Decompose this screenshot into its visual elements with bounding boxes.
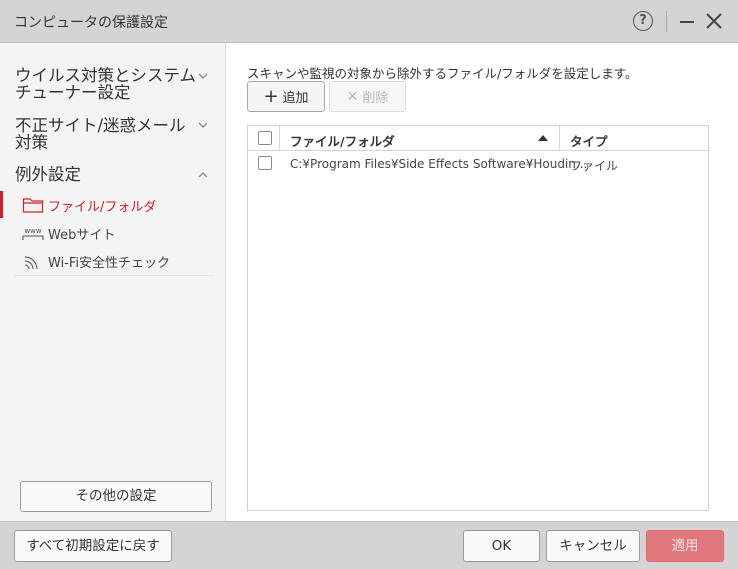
chevron-up-icon[interactable] (198, 170, 208, 180)
wifi-icon (24, 256, 38, 270)
delete-x-icon: ✕ (346, 88, 359, 105)
column-divider (559, 126, 560, 151)
category-label-line1: ウイルス対策とシステム (15, 66, 197, 85)
ok-button[interactable]: OK (463, 530, 540, 562)
category-label-line2: チューナー設定 (15, 83, 131, 102)
apply-button[interactable]: 適用 (646, 530, 724, 562)
column-header-type[interactable]: タイプ (570, 131, 608, 150)
add-button-label: 追加 (282, 91, 309, 106)
main-panel: スキャンや監視の対象から除外するファイル/フォルダを設定します。 + 追加 ✕ … (227, 43, 738, 521)
sidebar-item-website[interactable]: www Webサイト (22, 222, 115, 244)
column-divider (279, 126, 280, 151)
www-icon: www (22, 227, 44, 240)
sidebar-category-exceptions[interactable]: 例外設定 (15, 166, 81, 183)
active-indicator (0, 191, 3, 218)
column-header-file-folder[interactable]: ファイル/フォルダ (290, 131, 395, 150)
delete-button-label: 削除 (362, 91, 389, 106)
www-icon-text: www (24, 227, 41, 235)
window-title: コンピュータの保護設定 (14, 15, 168, 31)
table-header: ファイル/フォルダ タイプ (248, 126, 708, 151)
plus-icon: + (263, 85, 279, 107)
exception-table: ファイル/フォルダ タイプ C:¥Program Files¥Side Effe… (247, 125, 709, 511)
title-separator (666, 11, 667, 32)
add-button[interactable]: + 追加 (247, 81, 325, 112)
sidebar-item-file-folder[interactable]: ファイル/フォルダ (22, 194, 156, 216)
sidebar-item-label: ファイル/フォルダ (48, 199, 157, 215)
footer-bar: すべて初期設定に戻す OK キャンセル 適用 (0, 521, 738, 569)
sidebar-divider (14, 275, 214, 276)
select-all-checkbox[interactable] (258, 131, 272, 145)
sidebar-item-label: Wi-Fi安全性チェック (48, 255, 171, 271)
category-label-line2: 対策 (15, 133, 48, 152)
cancel-button[interactable]: キャンセル (546, 530, 640, 562)
title-bar: コンピュータの保護設定 ? (0, 0, 738, 43)
help-icon[interactable]: ? (633, 11, 653, 31)
row-checkbox[interactable] (258, 156, 272, 170)
description-text: スキャンや監視の対象から除外するファイル/フォルダを設定します。 (247, 66, 638, 81)
sidebar-category-antivirus[interactable]: ウイルス対策とシステム チューナー設定 (15, 67, 196, 101)
sort-ascending-icon[interactable] (538, 135, 548, 141)
folder-icon (22, 198, 44, 213)
delete-button[interactable]: ✕ 削除 (329, 81, 406, 112)
sidebar: ウイルス対策とシステム チューナー設定 不正サイト/迷惑メール 対策 例外設定 … (0, 43, 226, 521)
category-label-line1: 不正サイト/迷惑メール (15, 116, 186, 135)
other-settings-button[interactable]: その他の設定 (20, 481, 212, 512)
row-type: ファイル (570, 159, 619, 173)
sidebar-category-web-mail[interactable]: 不正サイト/迷惑メール 対策 (15, 117, 186, 151)
sidebar-item-wifi-check[interactable]: Wi-Fi安全性チェック (22, 250, 170, 272)
reset-defaults-button[interactable]: すべて初期設定に戻す (14, 530, 172, 562)
chevron-down-icon[interactable] (198, 71, 208, 81)
table-row[interactable]: C:¥Program Files¥Side Effects Software¥H… (248, 152, 708, 176)
row-path: C:¥Program Files¥Side Effects Software¥H… (290, 157, 588, 171)
chevron-down-icon[interactable] (198, 120, 208, 130)
close-icon[interactable] (704, 11, 724, 31)
category-label: 例外設定 (15, 165, 81, 184)
minimize-icon[interactable] (680, 21, 694, 23)
sidebar-item-label: Webサイト (48, 227, 116, 243)
